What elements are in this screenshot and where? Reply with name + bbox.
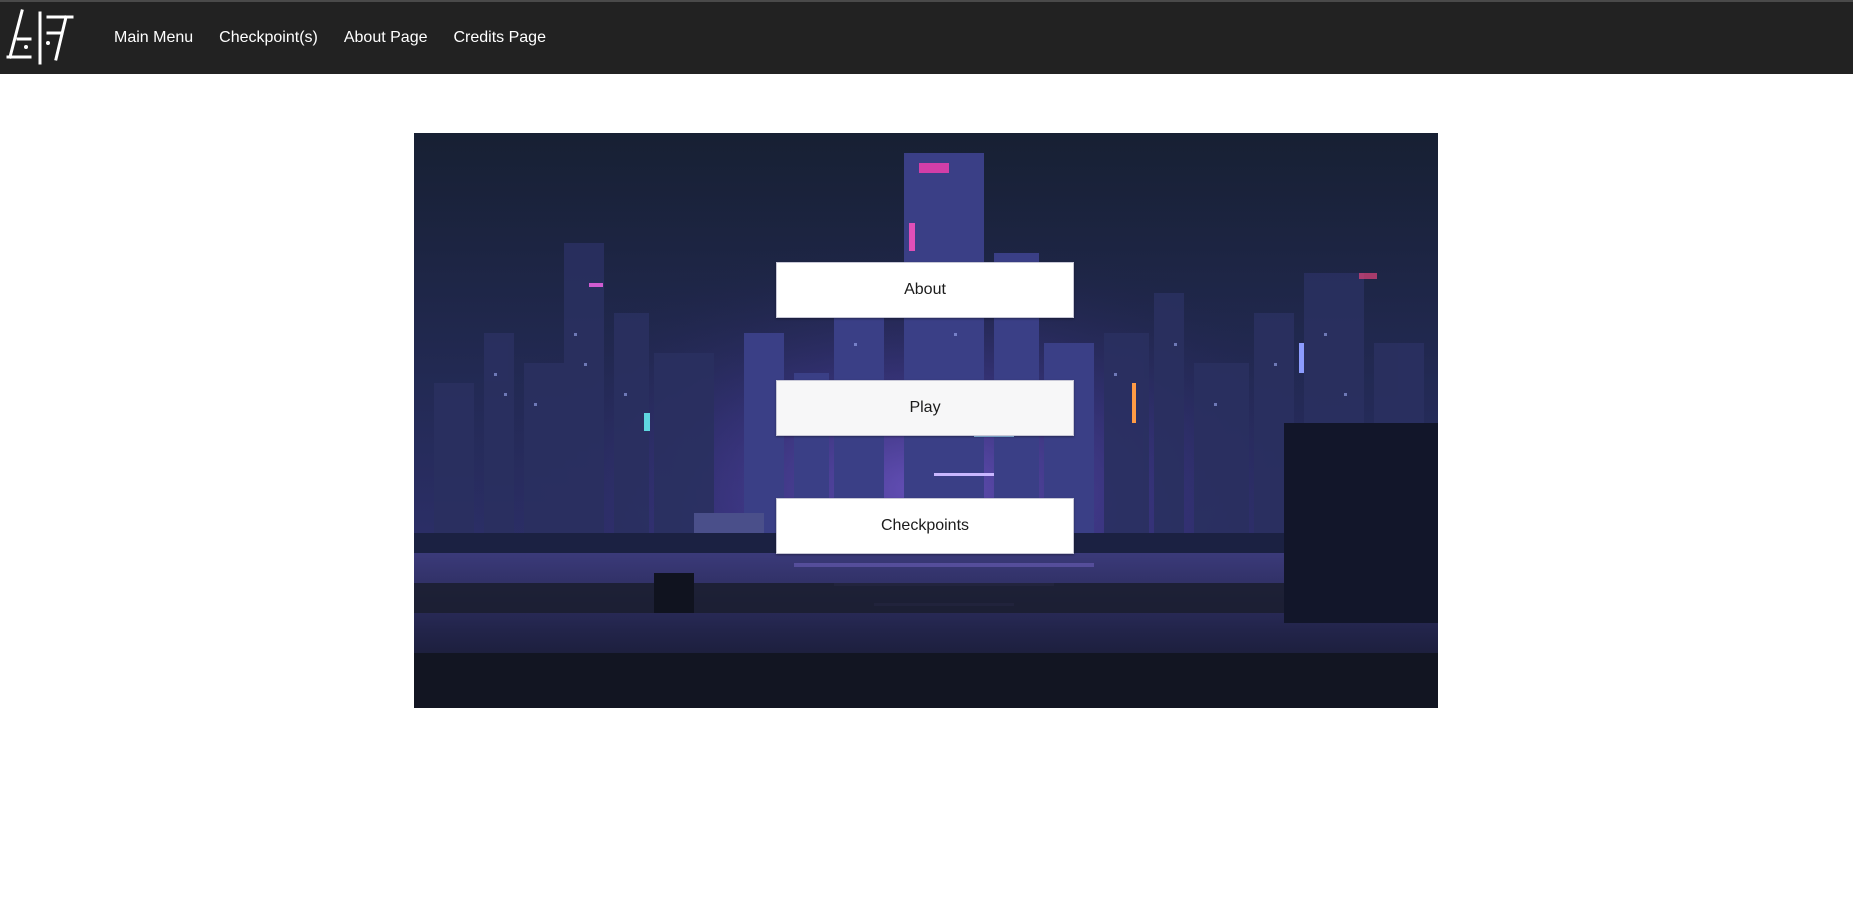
top-navbar: Main Menu Checkpoint(s) About Page Credi… <box>0 0 1853 74</box>
play-button[interactable]: Play <box>776 380 1074 436</box>
site-logo-icon[interactable] <box>4 7 76 65</box>
nav-checkpoints[interactable]: Checkpoint(s) <box>206 1 331 75</box>
nav-about-page[interactable]: About Page <box>331 1 441 75</box>
menu-scene: About Play Checkpoints <box>414 133 1438 708</box>
main-nav: Main Menu Checkpoint(s) About Page Credi… <box>100 2 559 76</box>
checkpoints-button[interactable]: Checkpoints <box>776 498 1074 554</box>
nav-main-menu[interactable]: Main Menu <box>100 1 206 75</box>
nav-credits-page[interactable]: Credits Page <box>440 1 559 75</box>
about-button[interactable]: About <box>776 262 1074 318</box>
